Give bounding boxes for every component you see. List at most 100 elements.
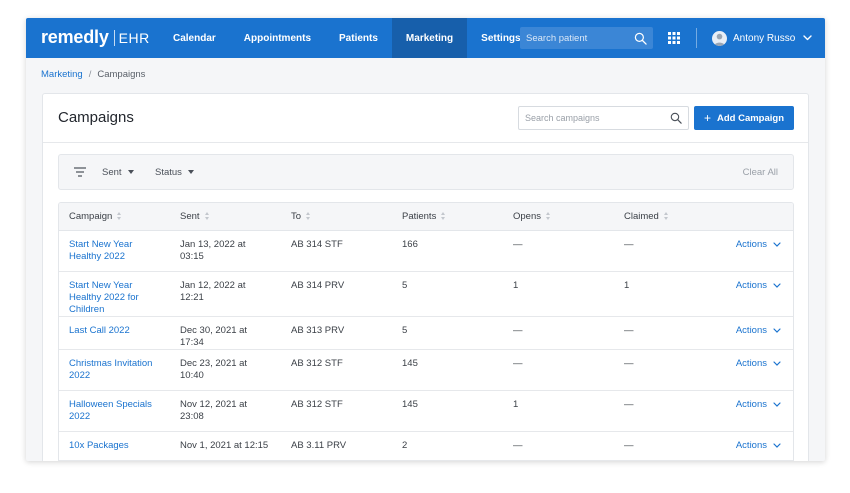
filter-bar: Sent Status Clear All: [58, 154, 794, 190]
campaign-name-link[interactable]: Christmas Invitation 2022: [59, 349, 170, 391]
filter-icon[interactable]: [74, 167, 86, 177]
column-label: Patients: [402, 210, 437, 222]
app-window: remedly EHR Calendar Appointments Patien…: [26, 18, 825, 461]
column-header-to[interactable]: To: [281, 203, 392, 231]
to-cell: AB 314 PRV: [281, 271, 392, 317]
breadcrumb-separator: /: [88, 69, 92, 80]
column-header-patients[interactable]: Patients: [392, 203, 503, 231]
column-header-opens[interactable]: Opens: [503, 203, 614, 231]
to-cell: AB 312 STF: [281, 390, 392, 432]
campaigns-table-wrapper: Campaign Sent To Patients Opens Claimed …: [58, 202, 794, 461]
claimed-cell: 1: [614, 271, 725, 317]
breadcrumb-current: Campaigns: [97, 69, 146, 80]
campaign-search-input[interactable]: [525, 113, 670, 123]
add-campaign-button[interactable]: + Add Campaign: [694, 106, 794, 130]
sent-cell: Dec 23, 2021 at 10:40: [170, 349, 281, 391]
user-menu[interactable]: Antony Russo: [712, 28, 812, 48]
sort-icon: [204, 212, 210, 221]
claimed-cell: —: [614, 431, 725, 461]
actions-dropdown[interactable]: Actions: [736, 239, 781, 251]
claimed-cell: —: [614, 230, 725, 272]
app-logo[interactable]: remedly EHR: [41, 27, 150, 48]
sort-icon: [306, 212, 311, 221]
campaign-name-link[interactable]: Start New Year Healthy 2022: [59, 230, 170, 272]
apps-grid-icon[interactable]: [668, 32, 680, 44]
sort-icon: [546, 212, 551, 221]
patients-cell: 5: [392, 316, 503, 350]
column-header-actions: [725, 203, 793, 231]
table-row: Last Call 2022 Dec 30, 2021 at 17:34 AB …: [59, 316, 793, 350]
actions-label: Actions: [735, 238, 767, 250]
opens-cell: —: [503, 230, 614, 272]
chevron-down-icon: [803, 35, 812, 41]
nav-marketing[interactable]: Marketing: [391, 18, 468, 58]
actions-dropdown[interactable]: Actions: [736, 399, 781, 411]
column-header-claimed[interactable]: Claimed: [614, 203, 725, 231]
search-icon[interactable]: [670, 112, 682, 124]
campaigns-table: Campaign Sent To Patients Opens Claimed …: [59, 203, 793, 461]
top-navigation-bar: remedly EHR Calendar Appointments Patien…: [26, 18, 825, 58]
actions-label: Actions: [735, 279, 767, 291]
actions-dropdown[interactable]: Actions: [736, 440, 781, 452]
chevron-down-icon: [773, 328, 781, 333]
column-label: To: [291, 210, 302, 222]
nav-calendar[interactable]: Calendar: [159, 18, 230, 58]
campaign-name-link[interactable]: Last Call 2022: [59, 316, 170, 350]
user-avatar-icon: [714, 33, 725, 46]
campaign-search: [518, 106, 689, 130]
sent-filter-dropdown[interactable]: Sent: [102, 155, 134, 189]
search-icon[interactable]: [634, 32, 647, 45]
actions-cell: Actions: [725, 390, 793, 432]
patient-search-input[interactable]: [526, 32, 634, 44]
campaign-name-link[interactable]: Halloween Specials 2022: [59, 390, 170, 432]
sort-icon: [441, 212, 446, 221]
actions-dropdown[interactable]: Actions: [736, 358, 781, 370]
to-cell: AB 3.11 PRV: [281, 431, 392, 461]
actions-cell: Actions: [725, 230, 793, 272]
claimed-cell: —: [614, 316, 725, 350]
nav-patients[interactable]: Patients: [325, 18, 392, 58]
actions-cell: Actions: [725, 349, 793, 391]
caret-down-icon: [127, 170, 134, 174]
column-label: Opens: [513, 210, 541, 222]
logo-product: EHR: [118, 29, 150, 46]
caret-down-icon: [187, 170, 194, 174]
patient-search: [520, 27, 653, 49]
sent-filter-label: Sent: [102, 166, 122, 178]
chevron-down-icon: [773, 443, 781, 448]
column-header-sent[interactable]: Sent: [170, 203, 281, 231]
sent-cell: Jan 12, 2022 at 12:21: [170, 271, 281, 317]
breadcrumb-marketing[interactable]: Marketing: [41, 69, 83, 80]
campaign-name-link[interactable]: Start New Year Healthy 2022 for Children: [59, 271, 170, 317]
patients-cell: 2: [392, 431, 503, 461]
add-campaign-label: Add Campaign: [716, 112, 785, 124]
to-cell: AB 312 STF: [281, 349, 392, 391]
table-row: Christmas Invitation 2022 Dec 23, 2021 a…: [59, 349, 793, 391]
nav-appointments[interactable]: Appointments: [230, 18, 325, 58]
sent-cell: Nov 12, 2021 at 23:08: [170, 390, 281, 432]
clear-all-link[interactable]: Clear All: [743, 167, 778, 178]
to-cell: AB 314 STF: [281, 230, 392, 272]
chevron-down-icon: [773, 242, 781, 247]
card-header: Campaigns + Add Campaign: [43, 94, 808, 143]
actions-cell: Actions: [725, 316, 793, 350]
column-label: Campaign: [69, 210, 113, 222]
actions-dropdown[interactable]: Actions: [736, 280, 781, 292]
actions-dropdown[interactable]: Actions: [736, 325, 781, 337]
patients-cell: 5: [392, 271, 503, 317]
opens-cell: —: [503, 349, 614, 391]
table-row: Halloween Specials 2022 Nov 12, 2021 at …: [59, 390, 793, 432]
patients-cell: 145: [392, 349, 503, 391]
campaign-name-link[interactable]: 10x Packages: [59, 431, 170, 461]
table-row: Start New Year Healthy 2022 for Children…: [59, 271, 793, 317]
status-filter-dropdown[interactable]: Status: [155, 155, 194, 189]
claimed-cell: —: [614, 349, 725, 391]
column-header-campaign[interactable]: Campaign: [59, 203, 170, 231]
sent-cell: Nov 1, 2021 at 12:15: [170, 431, 281, 461]
to-cell: AB 313 PRV: [281, 316, 392, 350]
user-name: Antony Russo: [733, 32, 796, 44]
sort-icon: [117, 212, 122, 221]
sent-cell: Jan 13, 2022 at 03:15: [170, 230, 281, 272]
actions-label: Actions: [735, 357, 767, 369]
actions-label: Actions: [735, 398, 767, 410]
